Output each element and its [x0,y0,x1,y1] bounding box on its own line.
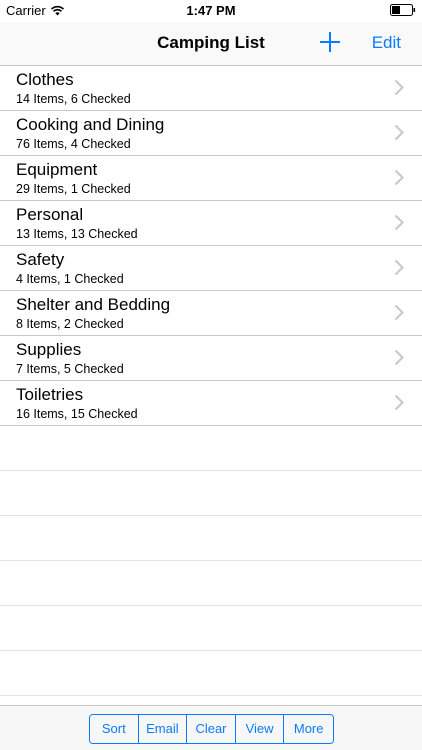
list-item-title: Shelter and Bedding [16,295,171,314]
view-button[interactable]: View [235,715,285,743]
battery-icon [390,4,416,16]
list-item-title: Cooking and Dining [16,115,165,134]
chevron-right-icon [394,394,404,411]
chevron-right-icon [394,349,404,366]
chevron-right-icon [394,214,404,231]
list-item-subtitle: 4 Items, 1 Checked [16,272,124,286]
list-item-subtitle: 14 Items, 6 Checked [16,92,131,106]
list-item-equipment[interactable]: Equipment 29 Items, 1 Checked [0,156,422,201]
status-bar: Carrier 1:47 PM [0,0,422,22]
sort-button[interactable]: Sort [90,715,139,743]
list-item-title: Supplies [16,340,82,359]
list-item-subtitle: 7 Items, 5 Checked [16,362,124,376]
list-item-title: Safety [16,250,65,269]
chevron-right-icon [394,124,404,141]
list-item-personal[interactable]: Personal 13 Items, 13 Checked [0,201,422,246]
plus-icon [320,32,340,52]
status-time: 1:47 PM [186,3,236,18]
list-item-title: Equipment [16,160,98,179]
empty-row [0,561,422,606]
list-item-clothes[interactable]: Clothes 14 Items, 6 Checked [0,66,422,111]
chevron-right-icon [394,79,404,96]
list-item-subtitle: 76 Items, 4 Checked [16,137,131,151]
list-item-supplies[interactable]: Supplies 7 Items, 5 Checked [0,336,422,381]
empty-row [0,606,422,651]
more-button[interactable]: More [284,715,333,743]
empty-row [0,651,422,696]
empty-row [0,516,422,561]
add-button[interactable] [316,28,344,56]
chevron-right-icon [394,169,404,186]
edit-button[interactable]: Edit [372,33,401,53]
email-button[interactable]: Email [138,715,188,743]
category-list: Clothes 14 Items, 6 Checked Cooking and … [0,66,422,696]
status-right [390,4,416,16]
list-item-shelter-and-bedding[interactable]: Shelter and Bedding 8 Items, 2 Checked [0,291,422,336]
list-item-subtitle: 16 Items, 15 Checked [16,407,138,421]
navigation-bar: Camping List Edit [0,22,422,66]
list-item-safety[interactable]: Safety 4 Items, 1 Checked [0,246,422,291]
empty-row [0,426,422,471]
list-item-subtitle: 8 Items, 2 Checked [16,317,124,331]
chevron-right-icon [394,259,404,276]
empty-row [0,471,422,516]
chevron-right-icon [394,304,404,321]
list-item-cooking-and-dining[interactable]: Cooking and Dining 76 Items, 4 Checked [0,111,422,156]
list-item-title: Clothes [16,70,74,89]
page-title: Camping List [157,33,265,52]
bottom-toolbar: Sort Email Clear View More [0,705,422,750]
list-item-subtitle: 13 Items, 13 Checked [16,227,138,241]
list-item-toiletries[interactable]: Toiletries 16 Items, 15 Checked [0,381,422,426]
list-item-title: Personal [16,205,84,224]
clear-button[interactable]: Clear [187,715,236,743]
list-item-title: Toiletries [16,385,84,404]
list-item-subtitle: 29 Items, 1 Checked [16,182,131,196]
action-segmented-control: Sort Email Clear View More [89,714,334,744]
